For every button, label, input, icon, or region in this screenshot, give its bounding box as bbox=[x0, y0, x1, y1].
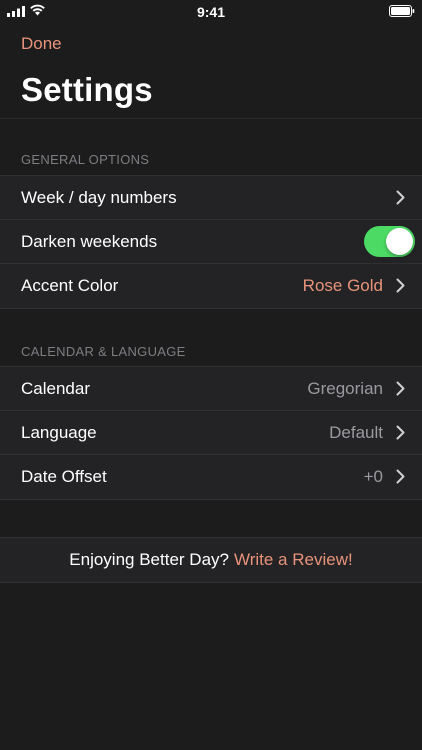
write-review-link[interactable]: Write a Review! bbox=[234, 550, 353, 570]
chevron-right-icon bbox=[396, 278, 405, 293]
row-date-offset[interactable]: Date Offset +0 bbox=[0, 454, 422, 499]
row-value: Default bbox=[329, 423, 383, 442]
row-darken-weekends: Darken weekends bbox=[0, 219, 422, 264]
row-value: Rose Gold bbox=[302, 276, 383, 295]
row-label: Accent Color bbox=[21, 276, 119, 295]
status-bar: 9:41 bbox=[0, 0, 422, 24]
chevron-right-icon bbox=[396, 190, 405, 205]
row-week-day-numbers[interactable]: Week / day numbers bbox=[0, 176, 422, 220]
page-title: Settings bbox=[21, 71, 153, 108]
row-value: +0 bbox=[363, 467, 383, 486]
calendar-language-group: Calendar Gregorian Language Default Date… bbox=[0, 366, 422, 500]
chevron-right-icon bbox=[396, 381, 405, 396]
row-label: Language bbox=[21, 423, 97, 442]
section-header-general: GENERAL OPTIONS bbox=[21, 152, 150, 167]
row-label: Calendar bbox=[21, 379, 90, 398]
review-prompt: Enjoying Better Day? bbox=[69, 550, 229, 569]
section-header-calendar: CALENDAR & LANGUAGE bbox=[21, 344, 186, 359]
chevron-right-icon bbox=[396, 425, 405, 440]
chevron-right-icon bbox=[396, 469, 405, 484]
row-language[interactable]: Language Default bbox=[0, 410, 422, 455]
toggle-knob bbox=[386, 228, 413, 255]
row-accent-color[interactable]: Accent Color Rose Gold bbox=[0, 263, 422, 308]
row-calendar[interactable]: Calendar Gregorian bbox=[0, 367, 422, 411]
done-button[interactable]: Done bbox=[21, 34, 62, 54]
header-divider bbox=[0, 118, 422, 119]
review-banner: Enjoying Better Day? Write a Review! bbox=[0, 537, 422, 583]
general-options-group: Week / day numbers Darken weekends Accen… bbox=[0, 175, 422, 309]
darken-weekends-toggle[interactable] bbox=[364, 226, 415, 257]
row-label: Date Offset bbox=[21, 467, 107, 486]
battery-icon bbox=[389, 5, 415, 17]
status-time: 9:41 bbox=[196, 4, 226, 20]
row-label: Week / day numbers bbox=[21, 188, 177, 207]
row-label: Darken weekends bbox=[21, 232, 158, 251]
row-value: Gregorian bbox=[307, 379, 383, 398]
